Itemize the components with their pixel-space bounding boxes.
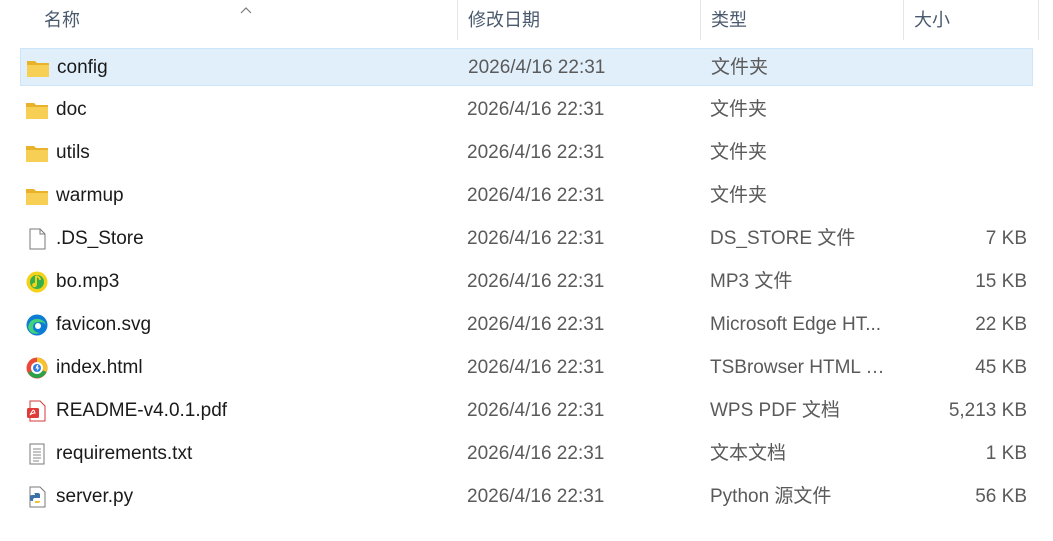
column-header-date[interactable]: 修改日期 bbox=[457, 0, 700, 40]
tsbrowser-icon bbox=[25, 357, 49, 379]
file-date-modified: 2026/4/16 22:31 bbox=[467, 271, 605, 292]
file-row[interactable]: warmup 2026/4/16 22:31 文件夹 bbox=[20, 177, 1033, 215]
file-name: favicon.svg bbox=[56, 314, 152, 335]
file-type: TSBrowser HTML D... bbox=[710, 357, 895, 378]
file-date-modified: 2026/4/16 22:31 bbox=[467, 314, 605, 335]
file-row[interactable]: .DS_Store 2026/4/16 22:31 DS_STORE 文件 7 KB bbox=[20, 220, 1033, 258]
file-date-modified: 2026/4/16 22:31 bbox=[467, 357, 605, 378]
file-type: MP3 文件 bbox=[710, 271, 793, 292]
music-note-icon bbox=[25, 271, 49, 293]
file-type: 文件夹 bbox=[710, 99, 768, 120]
file-name: .DS_Store bbox=[56, 228, 144, 249]
file-row[interactable]: README-v4.0.1.pdf 2026/4/16 22:31 WPS PDF … bbox=[20, 392, 1033, 430]
file-type: 文件夹 bbox=[710, 142, 768, 163]
file-row[interactable]: bo.mp3 2026/4/16 22:31 MP3 文件 15 KB bbox=[20, 263, 1033, 301]
file-type: Python 源文件 bbox=[710, 486, 832, 507]
file-name: README-v4.0.1.pdf bbox=[56, 400, 228, 421]
file-name: utils bbox=[56, 142, 90, 163]
file-name: requirements.txt bbox=[56, 443, 193, 464]
file-date-modified: 2026/4/16 22:31 bbox=[467, 142, 605, 163]
file-date-modified: 2026/4/16 22:31 bbox=[467, 185, 605, 206]
text-file-icon bbox=[25, 443, 49, 465]
folder-icon bbox=[25, 142, 49, 164]
file-date-modified: 2026/4/16 22:31 bbox=[467, 228, 605, 249]
file-size bbox=[900, 134, 1027, 172]
file-size bbox=[900, 177, 1027, 215]
file-name: bo.mp3 bbox=[56, 271, 120, 292]
file-name: server.py bbox=[56, 486, 134, 507]
folder-icon bbox=[25, 99, 49, 121]
column-header-size[interactable]: 大小 bbox=[903, 0, 1039, 40]
sort-ascending-icon bbox=[240, 2, 252, 14]
file-date-modified: 2026/4/16 22:31 bbox=[467, 400, 605, 421]
file-date-modified: 2026/4/16 22:31 bbox=[467, 443, 605, 464]
column-header-type[interactable]: 类型 bbox=[700, 0, 903, 40]
file-size: 15 KB bbox=[975, 271, 1027, 292]
column-header: 名称 修改日期 类型 大小 bbox=[0, 0, 1053, 40]
file-type: 文本文档 bbox=[710, 443, 787, 464]
file-type: DS_STORE 文件 bbox=[710, 228, 856, 249]
file-type: Microsoft Edge HT... bbox=[710, 314, 882, 335]
file-type: 文件夹 bbox=[710, 185, 768, 206]
file-type: WPS PDF 文档 bbox=[710, 400, 840, 421]
file-row[interactable]: favicon.svg 2026/4/16 22:31 Microsoft Edge… bbox=[20, 306, 1033, 344]
file-size bbox=[900, 91, 1027, 129]
file-row[interactable]: server.py 2026/4/16 22:31 Python 源文件 56 KB bbox=[20, 478, 1033, 516]
file-row[interactable]: requirements.txt 2026/4/16 22:31 文本文档 1 KB bbox=[20, 435, 1033, 473]
file-date-modified: 2026/4/16 22:31 bbox=[468, 57, 606, 78]
pdf-icon bbox=[25, 400, 49, 422]
file-size bbox=[901, 49, 1028, 87]
folder-icon bbox=[26, 57, 50, 79]
file-name: warmup bbox=[56, 185, 124, 206]
blank-file-icon bbox=[25, 228, 49, 250]
file-size: 1 KB bbox=[985, 443, 1027, 464]
file-size: 45 KB bbox=[975, 357, 1027, 378]
file-row[interactable]: utils 2026/4/16 22:31 文件夹 bbox=[20, 134, 1033, 172]
file-date-modified: 2026/4/16 22:31 bbox=[467, 99, 605, 120]
file-type: 文件夹 bbox=[711, 57, 769, 78]
file-size: 22 KB bbox=[975, 314, 1027, 335]
file-date-modified: 2026/4/16 22:31 bbox=[467, 486, 605, 507]
edge-browser-icon bbox=[25, 314, 49, 336]
folder-icon bbox=[25, 185, 49, 207]
file-name: index.html bbox=[56, 357, 143, 378]
file-name: config bbox=[57, 57, 108, 78]
python-file-icon bbox=[25, 486, 49, 508]
file-row[interactable]: index.html 2026/4/16 22:31 TSBrowser HTML … bbox=[20, 349, 1033, 387]
file-size: 5,213 KB bbox=[948, 400, 1027, 421]
file-size: 56 KB bbox=[975, 486, 1027, 507]
file-size: 7 KB bbox=[985, 228, 1027, 249]
file-name: doc bbox=[56, 99, 87, 120]
file-row[interactable]: doc 2026/4/16 22:31 文件夹 bbox=[20, 91, 1033, 129]
file-row[interactable]: config 2026/4/16 22:31 文件夹 bbox=[20, 48, 1033, 86]
